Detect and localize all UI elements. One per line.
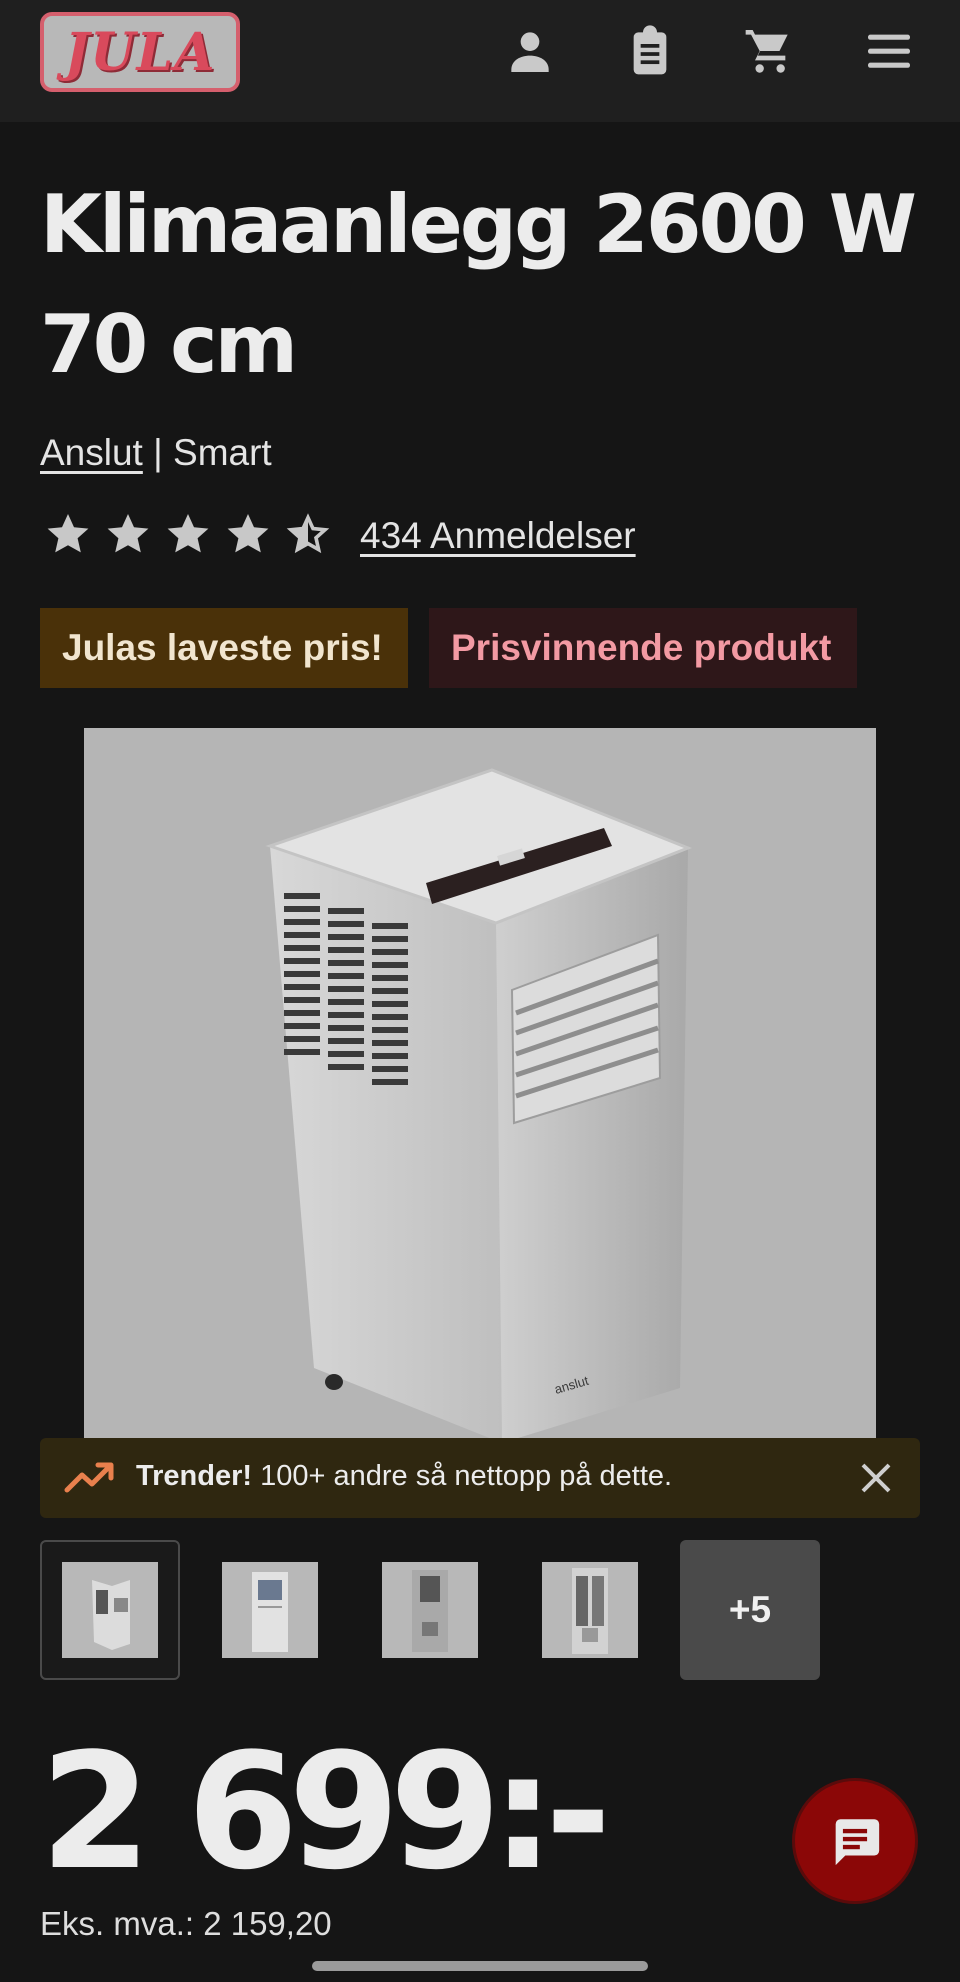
brand-separator: | — [142, 432, 174, 473]
home-indicator[interactable] — [312, 1961, 648, 1971]
reviews-link[interactable]: 434 Anmeldelser — [360, 515, 636, 557]
trend-banner: Trender! 100+ andre så nettopp på dette. — [40, 1438, 920, 1518]
thumbnail-image — [62, 1562, 158, 1658]
trend-strong: Trender! — [136, 1460, 253, 1492]
brand-line: Anslut | Smart — [40, 432, 272, 474]
lowest-price-badge: Julas laveste pris! — [40, 608, 408, 688]
thumbnail-4[interactable] — [520, 1540, 660, 1680]
trend-text: Trender! 100+ andre så nettopp på dette. — [136, 1460, 672, 1493]
jula-logo[interactable]: JULA — [40, 12, 240, 92]
star-icon — [167, 514, 209, 553]
product-image[interactable]: anslut — [84, 728, 876, 1518]
trend-message: 100+ andre så nettopp på dette. — [252, 1460, 673, 1492]
half-star-icon — [286, 513, 330, 554]
thumbnail-3[interactable] — [360, 1540, 500, 1680]
thumbnail-image — [382, 1562, 478, 1658]
price-ex-vat: Eks. mva.: 2 159,20 — [40, 1905, 332, 1942]
award-badge: Prisvinnende produkt — [429, 608, 857, 688]
thumbnail-strip: +5 — [40, 1540, 820, 1680]
rating-stars[interactable] — [44, 510, 332, 558]
brand-category: Smart — [173, 432, 272, 473]
chat-button[interactable] — [792, 1778, 918, 1904]
thumbnail-image — [542, 1562, 638, 1658]
clipboard-icon[interactable] — [619, 20, 681, 82]
price: 2 699:- — [40, 1718, 611, 1905]
cart-icon[interactable] — [738, 20, 800, 82]
brand-link[interactable]: Anslut — [40, 432, 143, 473]
menu-icon[interactable] — [858, 20, 920, 82]
star-icon — [107, 514, 149, 553]
trending-up-icon — [64, 1462, 114, 1493]
thumbnail-2[interactable] — [200, 1540, 340, 1680]
person-icon[interactable] — [499, 20, 561, 82]
chat-icon — [835, 1819, 880, 1866]
top-bar: JULA — [0, 0, 960, 122]
more-images-button[interactable]: +5 — [680, 1540, 820, 1680]
thumbnail-image — [222, 1562, 318, 1658]
air-conditioner-illustration: anslut — [265, 768, 693, 1462]
thumbnail-1[interactable] — [40, 1540, 180, 1680]
close-icon[interactable] — [854, 1456, 898, 1500]
logo-text: JULA — [64, 21, 216, 83]
star-icon — [227, 514, 269, 553]
star-icon — [47, 514, 89, 553]
product-title: Klimaanlegg 2600 W 70 cm — [40, 178, 917, 391]
